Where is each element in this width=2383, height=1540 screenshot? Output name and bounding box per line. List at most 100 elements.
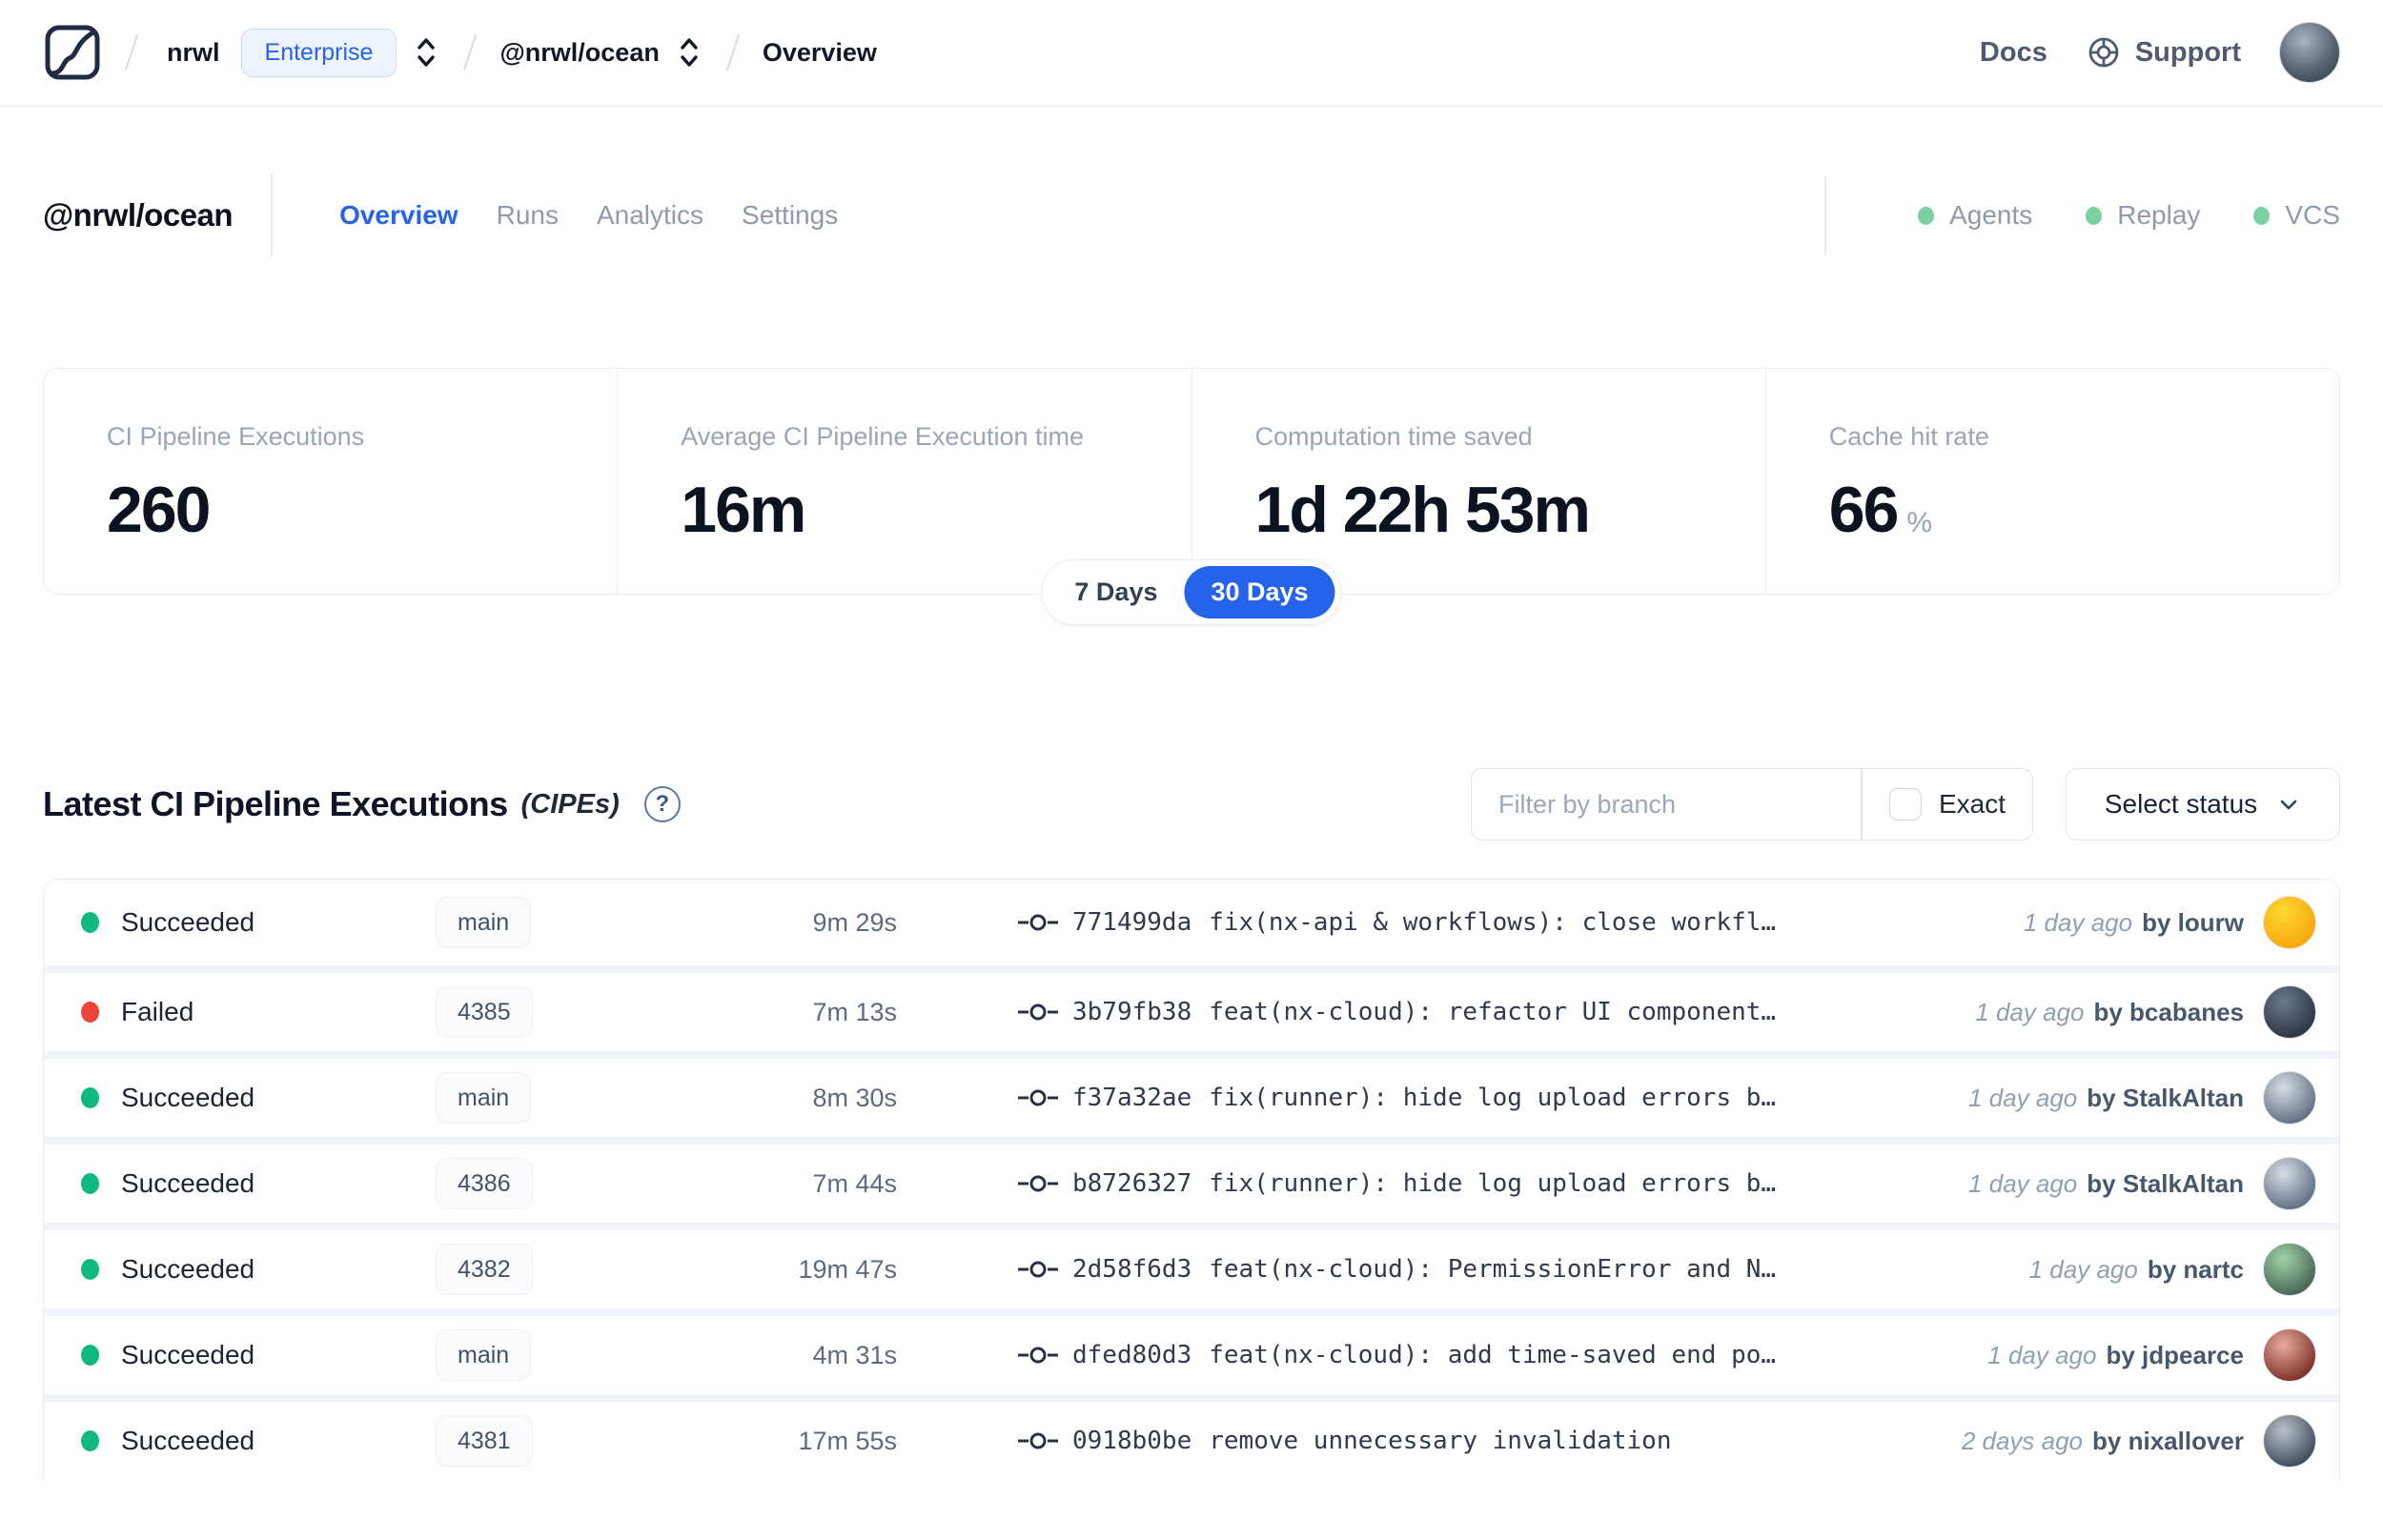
org-switcher-unfold-icon[interactable] <box>412 33 440 71</box>
git-commit-icon <box>1017 1171 1059 1196</box>
section-title-suffix: (CIPEs) <box>520 788 620 820</box>
author-label: by jdpearce <box>2106 1340 2244 1369</box>
table-row[interactable]: Succeeded main 8m 30s f37a32ae fix(runner… <box>44 1051 2339 1137</box>
tab-runs[interactable]: Runs <box>497 200 559 231</box>
stat-cache-hit-rate: Cache hit rate 66% <box>1764 369 2339 594</box>
support-link[interactable]: Support <box>2086 34 2241 71</box>
commit-message[interactable]: 2d58f6d3 feat(nx-cloud): PermissionError … <box>1072 1255 2010 1284</box>
range-7-days-button[interactable]: 7 Days <box>1048 566 1184 618</box>
commit-message[interactable]: dfed80d3 feat(nx-cloud): add time-saved e… <box>1072 1341 1968 1369</box>
table-row[interactable]: Succeeded 4386 7m 44s b8726327 fix(runner… <box>44 1137 2339 1223</box>
breadcrumb-separator-icon <box>725 33 740 71</box>
status-label: Succeeded <box>121 1168 255 1198</box>
header-divider <box>271 173 274 257</box>
status-label: Succeeded <box>121 1083 255 1112</box>
status-dot-icon <box>81 1345 99 1366</box>
status-dot-icon <box>81 1002 99 1023</box>
time-ago-label: 1 day ago <box>1975 997 2085 1026</box>
help-icon[interactable]: ? <box>643 786 681 822</box>
cipe-section-bar: Latest CI Pipeline Executions (CIPEs) ? … <box>43 768 2340 841</box>
status-select-button[interactable]: Select status <box>2066 768 2340 841</box>
workspace-switcher-unfold-icon[interactable] <box>675 33 703 71</box>
user-avatar[interactable] <box>2279 22 2340 83</box>
author-label: by bcabanes <box>2093 997 2244 1026</box>
breadcrumb-workspace[interactable]: @nrwl/ocean <box>499 38 659 68</box>
commit-message[interactable]: 0918b0be remove unnecessary invalidation <box>1072 1427 1943 1455</box>
range-30-days-button[interactable]: 30 Days <box>1184 566 1335 618</box>
branch-filter-input[interactable] <box>1472 769 1862 840</box>
feature-agents: Agents <box>1918 200 2032 231</box>
tab-overview[interactable]: Overview <box>339 200 458 231</box>
time-ago-label: 1 day ago <box>1968 1168 2078 1198</box>
chevron-down-icon <box>2276 792 2301 817</box>
branch-badge[interactable]: 4381 <box>436 1415 533 1467</box>
table-row[interactable]: Succeeded 4382 19m 47s 2d58f6d3 feat(nx-c… <box>44 1223 2339 1308</box>
date-range-toggle: 7 Days 30 Days <box>1041 559 1342 625</box>
avatar <box>2263 1328 2316 1382</box>
stat-ci-pipeline-executions: CI Pipeline Executions 260 <box>107 422 365 546</box>
status-dot-icon <box>81 912 99 933</box>
navbar: nrwl Enterprise @nrwl/ocean Overview Doc… <box>0 0 2383 107</box>
branch-badge[interactable]: 4382 <box>436 1244 533 1295</box>
feature-vcs: VCS <box>2253 200 2340 231</box>
avatar <box>2263 1243 2316 1296</box>
branch-badge[interactable]: main <box>436 1329 532 1381</box>
status-dot-icon <box>81 1259 99 1280</box>
branch-badge[interactable]: main <box>436 897 532 948</box>
stats-section: CI Pipeline Executions 260 Average CI Pi… <box>43 368 2340 625</box>
nx-cloud-logo-icon[interactable] <box>43 23 102 82</box>
author-label: by StalkAltan <box>2087 1083 2244 1112</box>
author-label: by lourw <box>2142 907 2244 937</box>
branch-badge[interactable]: main <box>436 1072 532 1124</box>
status-label: Failed <box>121 997 194 1026</box>
duration-label: 19m 47s <box>798 1254 897 1284</box>
enterprise-badge: Enterprise <box>240 28 397 77</box>
author-label: by nartc <box>2147 1254 2244 1284</box>
table-row[interactable]: Succeeded main 4m 31s dfed80d3 feat(nx-cl… <box>44 1308 2339 1394</box>
table-row[interactable]: Failed 4385 7m 13s 3b79fb38 feat(nx-cloud… <box>44 965 2339 1051</box>
docs-link[interactable]: Docs <box>1980 37 2047 69</box>
commit-message[interactable]: 3b79fb38 feat(nx-cloud): refactor UI comp… <box>1072 998 1956 1026</box>
commit-message[interactable]: f37a32ae fix(runner): hide log upload err… <box>1072 1084 1949 1112</box>
status-dot-icon <box>2086 206 2103 225</box>
duration-label: 4m 31s <box>812 1340 897 1369</box>
exact-label: Exact <box>1938 789 2006 819</box>
feature-status-group: Agents Replay VCS <box>1824 176 2340 254</box>
avatar <box>2263 1414 2316 1468</box>
commit-message[interactable]: b8726327 fix(runner): hide log upload err… <box>1072 1169 1949 1198</box>
branch-filter-group: Exact <box>1471 768 2033 841</box>
page-title: @nrwl/ocean <box>43 197 234 233</box>
exact-toggle: Exact <box>1863 769 2032 840</box>
duration-label: 9m 29s <box>812 907 897 937</box>
breadcrumb-org[interactable]: nrwl <box>167 38 220 68</box>
feature-divider <box>1824 176 1827 254</box>
avatar <box>2263 1157 2316 1210</box>
avatar <box>2263 896 2316 949</box>
git-commit-icon <box>1017 1257 1059 1282</box>
tab-analytics[interactable]: Analytics <box>597 200 703 231</box>
avatar <box>2263 985 2316 1039</box>
git-commit-icon <box>1017 1000 1059 1024</box>
branch-badge[interactable]: 4386 <box>436 1158 533 1209</box>
table-row[interactable]: Succeeded main 9m 29s 771499da fix(nx-api… <box>44 880 2339 965</box>
workspace-tabs: Overview Runs Analytics Settings <box>339 200 838 231</box>
table-row[interactable]: Succeeded 4381 17m 55s 0918b0be remove un… <box>44 1394 2339 1480</box>
breadcrumb-separator-icon <box>463 33 478 71</box>
workspace-header: @nrwl/ocean Overview Runs Analytics Sett… <box>43 170 2340 261</box>
exact-checkbox[interactable] <box>1888 788 1922 821</box>
breadcrumb-separator-icon <box>124 33 139 71</box>
author-label: by StalkAltan <box>2087 1168 2244 1198</box>
time-ago-label: 1 day ago <box>1968 1083 2078 1112</box>
status-dot-icon <box>81 1173 99 1194</box>
status-label: Succeeded <box>121 1426 255 1455</box>
time-ago-label: 1 day ago <box>2023 907 2133 937</box>
duration-label: 8m 30s <box>812 1083 897 1112</box>
table-controls: Exact Select status <box>1471 768 2340 841</box>
author-label: by nixallover <box>2092 1426 2244 1455</box>
status-dot-icon <box>1918 206 1935 225</box>
git-commit-icon <box>1017 910 1059 935</box>
commit-message[interactable]: 771499da fix(nx-api & workflows): close w… <box>1072 908 2005 937</box>
tab-settings[interactable]: Settings <box>742 200 838 231</box>
branch-badge[interactable]: 4385 <box>436 986 533 1038</box>
section-title: Latest CI Pipeline Executions <box>43 784 508 823</box>
